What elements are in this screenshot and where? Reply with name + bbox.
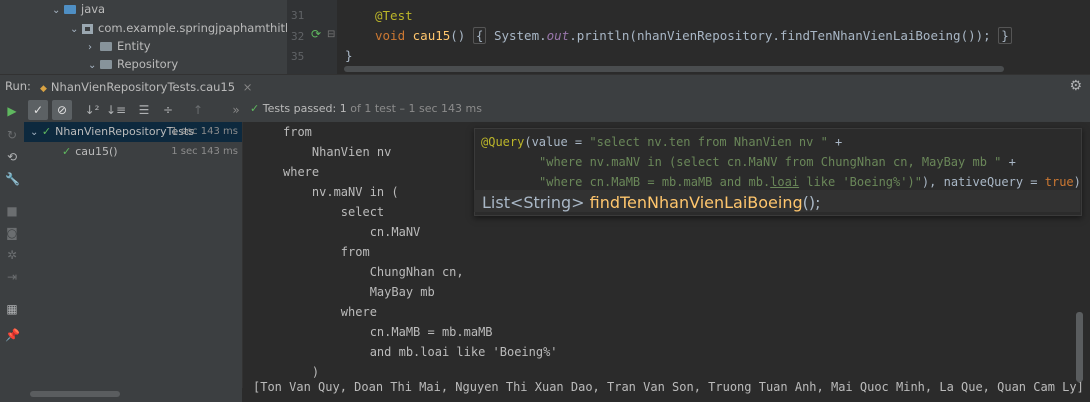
previous-failed-icon[interactable]: ↑: [188, 100, 208, 120]
console-line: cn.MaNV: [283, 225, 421, 239]
show-passed-icon[interactable]: ✓: [28, 100, 48, 120]
editor-gutter: 31 32 ⟳ ⊟ 35: [287, 0, 337, 74]
popup-signature-line: List<String> findTenNhanVienLaiBoeing();: [482, 193, 821, 212]
console-line: cn.MaMB = mb.maMB: [283, 325, 493, 339]
chevron-down-icon[interactable]: ⌄: [52, 1, 64, 21]
chevron-down-icon[interactable]: ⌄: [70, 20, 82, 40]
folder-icon: [100, 42, 112, 51]
chevron-down-icon[interactable]: ⌄: [88, 56, 100, 74]
line-number: 32: [291, 30, 305, 43]
console-line: where: [283, 305, 377, 319]
folder-icon: [100, 60, 112, 69]
code-line-32: void cau15() { System.out.println(nhanVi…: [375, 27, 1012, 44]
sort-duration-icon[interactable]: ↓≡: [106, 100, 126, 120]
console-line: nv.maNV in (: [283, 185, 399, 199]
sort-alpha-icon[interactable]: ↓²: [82, 100, 102, 120]
wrench-icon[interactable]: 🔧: [5, 172, 20, 186]
close-icon[interactable]: ×: [243, 80, 253, 94]
tree-item-repository[interactable]: ⌄ Repository: [88, 54, 178, 74]
console-line: ): [283, 365, 320, 379]
console-line: and mb.loai like 'Boeing%': [283, 345, 558, 359]
rerun-failed-icon[interactable]: ↻: [5, 128, 19, 142]
project-tree-panel: ⌄java ⌄com.example.springjpaphamthithanh…: [0, 0, 287, 74]
console-line: where: [283, 165, 320, 179]
layout-icon[interactable]: ▦: [5, 302, 19, 316]
test-tree-root[interactable]: ⌄ ✓ NhanVienRepositoryTests 1 sec 143 ms: [24, 122, 242, 142]
code-line-31: @Test: [375, 8, 413, 23]
gear-icon[interactable]: ⚙: [1069, 78, 1082, 94]
run-tool-window-header: Run: ◆ NhanVienRepositoryTests.cau15 × ⚙: [0, 74, 1090, 101]
folder-blue-icon: [64, 5, 76, 14]
check-icon: ✓: [62, 145, 72, 158]
test-run-icon: ◆: [40, 84, 47, 94]
camera-icon[interactable]: ◙: [5, 226, 19, 240]
more-icon[interactable]: »: [226, 100, 246, 120]
check-icon: ✓: [41, 125, 52, 138]
rerun-icon[interactable]: ▶: [5, 104, 19, 118]
settings-icon[interactable]: ✲: [5, 248, 19, 262]
show-ignored-icon[interactable]: ⊘: [52, 100, 72, 120]
fold-icon[interactable]: ⊟: [327, 29, 335, 40]
tree-item-java[interactable]: ⌄ java: [52, 0, 105, 19]
code-editor[interactable]: @Test void cau15() { System.out.println(…: [337, 0, 1090, 74]
exit-icon[interactable]: ⇥: [5, 270, 19, 284]
console-line: ChungNhan cn,: [283, 265, 464, 279]
test-tree-scroll-thumb[interactable]: [30, 391, 120, 397]
package-icon: [82, 23, 93, 34]
popup-line-3: "where cn.MaMB = mb.maMB and mb.loai lik…: [539, 175, 1081, 189]
chevron-down-icon[interactable]: ⌄: [30, 127, 38, 138]
run-test-gutter-icon[interactable]: ⟳: [311, 27, 321, 41]
check-icon: ✓: [250, 102, 260, 115]
popup-signature: List<String> findTenNhanVienLaiBoeing();: [474, 190, 1080, 212]
expand-all-icon[interactable]: ☰: [134, 100, 154, 120]
collapse-all-icon[interactable]: ÷: [158, 100, 178, 120]
console-line: from: [283, 125, 312, 139]
console-line: from: [283, 245, 370, 259]
console-line: select: [283, 205, 385, 219]
popup-line-1: @Query(value = "select nv.ten from NhanV…: [481, 135, 843, 149]
stop-icon[interactable]: ■: [5, 204, 19, 218]
popup-line-2: "where nv.maNV in (select cn.MaNV from C…: [539, 155, 1016, 169]
test-tree: ⌄ ✓ NhanVienRepositoryTests 1 sec 143 ms …: [24, 122, 243, 388]
code-line-35: }: [345, 48, 353, 63]
editor-horizontal-scrollbar[interactable]: [344, 66, 1004, 72]
line-number: 31: [291, 9, 305, 22]
console-line: NhanVien nv: [283, 145, 392, 159]
tree-item-entity[interactable]: › Entity: [88, 36, 151, 56]
test-tree-child[interactable]: ✓ cau15() 1 sec 143 ms: [24, 142, 242, 162]
tree-item-package[interactable]: ⌄com.example.springjpaphamthithanhn: [70, 18, 287, 38]
tests-status: ✓ Tests passed: 1 of 1 test – 1 sec 143 …: [250, 102, 482, 115]
run-label: Run:: [5, 79, 31, 93]
console-line: MayBay mb: [283, 285, 435, 299]
pin-icon[interactable]: 📌: [5, 328, 20, 342]
run-left-toolbar: ▶ ↻ ⟲ 🔧 ■ ◙ ✲ ⇥ ▦ 📌: [0, 98, 25, 402]
test-toolbar: ✓ ⊘ ↓² ↓≡ ☰ ÷ ↑ » ✓ Tests passed: 1 of 1…: [24, 98, 1090, 123]
toggle-auto-test-icon[interactable]: ⟲: [5, 150, 19, 164]
line-number: 35: [291, 50, 305, 63]
console-result-line: [Ton Van Quy, Doan Thi Mai, Nguyen Thi X…: [253, 380, 1084, 394]
console-scrollbar[interactable]: [1076, 312, 1083, 382]
